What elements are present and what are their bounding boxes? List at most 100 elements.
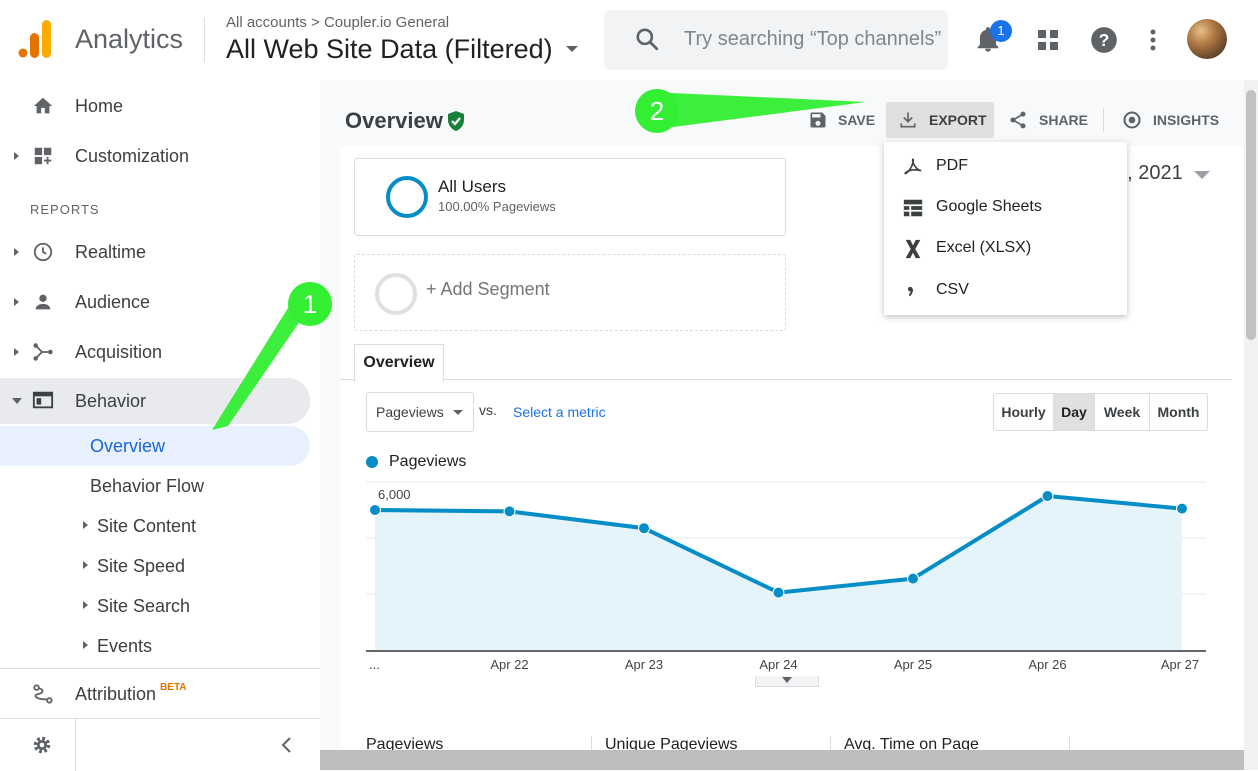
search-box[interactable]: Try searching “Top channels” — [604, 10, 948, 70]
scrollbar-thumb[interactable] — [1246, 90, 1256, 340]
granularity-toggle: Hourly Day Week Month — [993, 393, 1208, 431]
page-title: Overview — [345, 108, 443, 133]
avatar[interactable] — [1187, 19, 1227, 59]
step-number: 1 — [303, 289, 317, 319]
clock-icon — [33, 242, 53, 262]
add-segment-button[interactable]: + Add Segment — [354, 254, 786, 331]
chevron-right-icon — [83, 561, 88, 569]
segment-all-users[interactable]: All Users 100.00% Pageviews — [354, 158, 786, 236]
chevron-down-icon — [12, 398, 22, 404]
sidebar-item-site-speed[interactable]: Site Speed — [0, 546, 310, 586]
data-point — [907, 572, 919, 585]
menu-item-label: CSV — [936, 281, 969, 298]
sidebar-item-label: Customization — [75, 146, 190, 166]
acquisition-icon — [33, 343, 53, 361]
chevron-down-icon[interactable] — [1194, 171, 1210, 179]
beta-badge: BETA — [160, 682, 187, 693]
menu-item-label: Excel (XLSX) — [936, 239, 1032, 256]
granularity-month[interactable]: Month — [1150, 394, 1207, 430]
help-icon[interactable]: ? — [1090, 26, 1118, 54]
export-pdf[interactable]: PDF — [884, 146, 1127, 186]
export-csv[interactable]: CSV — [884, 270, 1127, 310]
sidebar-item-attribution[interactable]: Attribution BETA — [0, 672, 310, 716]
header-divider — [204, 18, 205, 62]
search-input[interactable]: Try searching “Top channels” — [684, 28, 942, 51]
csv-icon — [907, 286, 914, 297]
window-icon — [32, 391, 54, 409]
data-point — [369, 504, 381, 516]
share-label: SHARE — [1039, 112, 1089, 128]
reports-section-label: REPORTS — [30, 202, 100, 217]
attribution-label: Attribution — [75, 684, 157, 704]
export-label: EXPORT — [929, 112, 987, 128]
insights-icon — [1123, 111, 1141, 129]
metric-select-value: Pageviews — [376, 404, 444, 420]
sidebar-footer — [0, 718, 320, 771]
export-button[interactable]: EXPORT — [886, 102, 994, 138]
gear-icon[interactable] — [31, 734, 53, 756]
analytics-logo[interactable] — [18, 20, 52, 58]
granularity-day[interactable]: Day — [1054, 394, 1095, 430]
insights-button[interactable]: INSIGHTS — [1122, 102, 1222, 138]
sidebar-item-customization[interactable]: Customization — [0, 134, 310, 178]
sidebar-item-label: Attribution BETA — [75, 682, 187, 705]
data-point — [1041, 490, 1054, 502]
tab-overview[interactable]: Overview — [354, 344, 444, 382]
sidebar-item-label: Site Search — [97, 596, 191, 616]
chevron-right-icon — [14, 298, 19, 306]
chevron-down-icon[interactable] — [566, 46, 578, 52]
chevron-right-icon — [14, 248, 19, 256]
breadcrumb[interactable]: All accounts > Coupler.io General — [226, 14, 449, 31]
chevron-right-icon — [14, 348, 19, 356]
horizontal-scrollbar[interactable] — [320, 750, 1244, 770]
sidebar-item-label: Overview — [90, 436, 166, 456]
view-selector[interactable]: All Web Site Data (Filtered) — [226, 34, 553, 65]
segment-ring-icon — [375, 273, 417, 315]
pdf-icon — [904, 158, 922, 175]
sidebar-item-realtime[interactable]: Realtime — [0, 230, 310, 274]
menu-item-label: PDF — [936, 157, 968, 174]
legend-marker — [366, 456, 378, 468]
chart-resize-handle[interactable] — [755, 676, 819, 687]
more-vert-icon[interactable] — [1148, 28, 1158, 52]
chevron-down-icon — [782, 677, 792, 683]
svg-text:?: ? — [1099, 30, 1110, 50]
sidebar-item-label: Behavior Flow — [90, 476, 205, 496]
segment-name: All Users — [438, 177, 507, 196]
excel-icon — [905, 239, 921, 259]
apps-icon[interactable] — [1036, 28, 1060, 52]
select-metric-link[interactable]: Select a metric — [513, 404, 606, 420]
insights-label: INSIGHTS — [1153, 112, 1220, 128]
sidebar-item-behavior-flow[interactable]: Behavior Flow — [0, 466, 310, 506]
pageviews-chart: 6,0004,0002,000...Apr 22Apr 23Apr 24Apr … — [366, 481, 1206, 672]
sidebar-item-label: Behavior — [75, 391, 147, 411]
data-point — [638, 522, 650, 535]
area-fill — [375, 496, 1182, 650]
dashboard-icon — [34, 147, 52, 165]
sidebar-item-site-content[interactable]: Site Content — [0, 506, 310, 546]
sidebar-item-home[interactable]: Home — [0, 84, 310, 128]
app-name: Analytics — [75, 24, 184, 54]
notification-badge: 1 — [990, 20, 1012, 42]
chevron-down-icon — [453, 410, 463, 415]
x-tick-label: Apr 24 — [759, 657, 797, 672]
metric-select[interactable]: Pageviews — [366, 392, 474, 432]
share-icon — [1010, 111, 1026, 129]
chevron-right-icon — [83, 601, 88, 609]
chevron-right-icon — [83, 641, 88, 649]
export-excel[interactable]: Excel (XLSX) — [884, 228, 1127, 268]
export-google-sheets[interactable]: Google Sheets — [884, 187, 1127, 227]
granularity-hourly[interactable]: Hourly — [994, 394, 1054, 430]
collapse-sidebar-icon[interactable] — [280, 736, 294, 754]
sidebar-item-label: Audience — [75, 292, 151, 312]
toolbar-divider — [1103, 108, 1104, 132]
sidebar-item-events[interactable]: Events — [0, 626, 310, 666]
granularity-week[interactable]: Week — [1095, 394, 1150, 430]
sidebar-item-site-search[interactable]: Site Search — [0, 586, 310, 626]
sidebar-item-label: Site Content — [97, 516, 197, 536]
x-tick-label: Apr 25 — [894, 657, 932, 672]
share-button[interactable]: SHARE — [1008, 102, 1098, 138]
legend-label: Pageviews — [389, 453, 467, 470]
search-icon — [636, 28, 659, 51]
home-icon — [33, 97, 53, 114]
